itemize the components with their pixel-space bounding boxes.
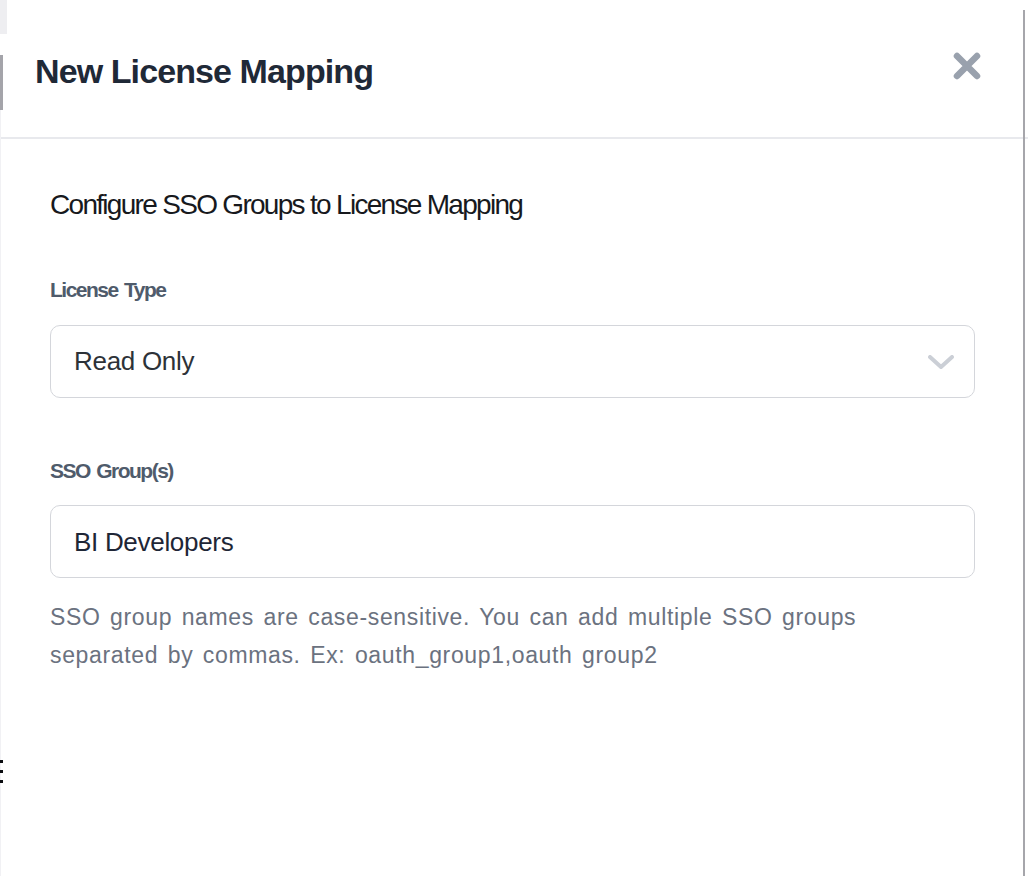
modal-header: New License Mapping [0, 0, 1028, 139]
license-type-value: Read Only [74, 346, 954, 377]
background-menu-dash-2 [0, 770, 3, 773]
form-heading: Configure SSO Groups to License Mapping [50, 187, 522, 222]
sso-groups-input[interactable] [50, 505, 975, 578]
license-type-label: License Type [50, 278, 166, 302]
sso-groups-help: SSO group names are case-sensitive. You … [50, 598, 930, 674]
modal-title: New License Mapping [35, 52, 373, 91]
chevron-down-icon [928, 355, 954, 370]
sso-groups-label: SSO Group(s) [50, 459, 173, 483]
close-button[interactable] [951, 50, 983, 82]
background-edge-left-line [0, 55, 3, 110]
close-icon [952, 51, 982, 81]
background-edge-top-left [0, 0, 7, 34]
background-edge-right-line [1023, 10, 1025, 876]
background-menu-dash-1 [0, 760, 3, 763]
background-menu-dash-3 [0, 780, 3, 783]
license-type-select[interactable]: Read Only [50, 325, 975, 398]
